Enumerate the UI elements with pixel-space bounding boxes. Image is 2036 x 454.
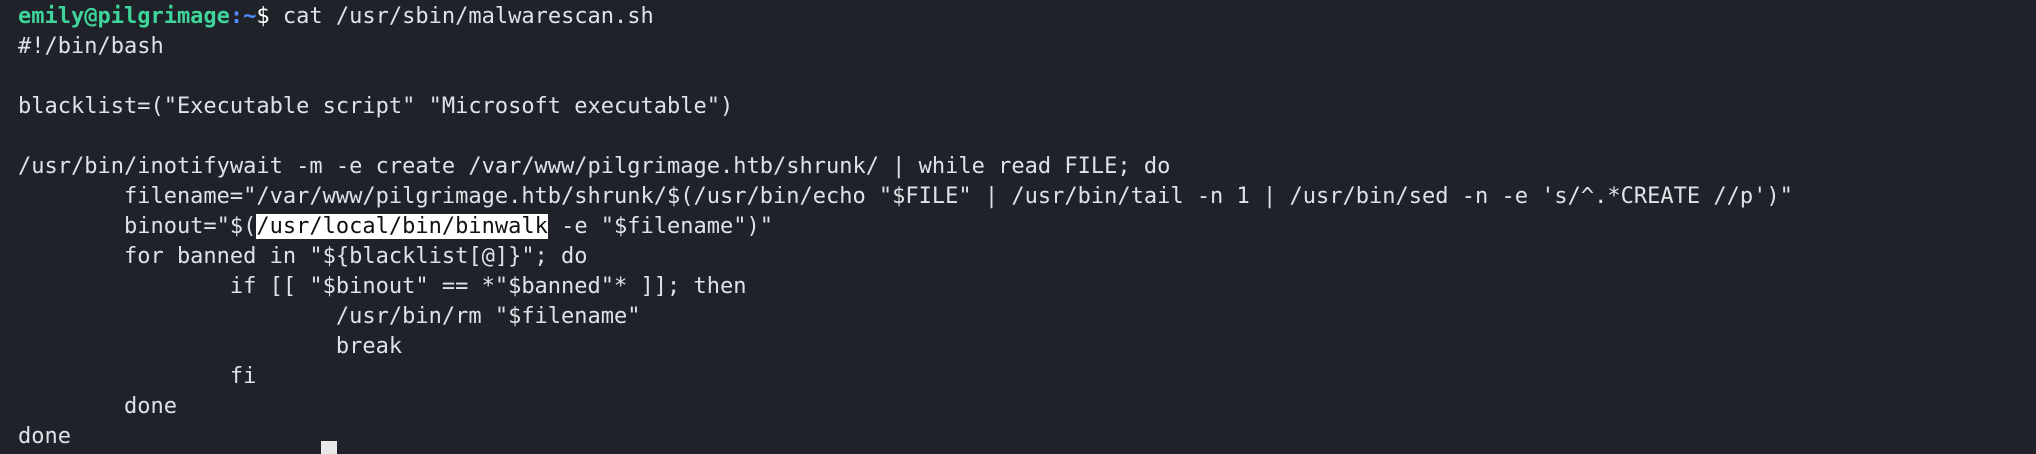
terminal-window[interactable]: emily@pilgrimage:~$ cat /usr/sbin/malwar… bbox=[0, 0, 2036, 454]
script-line-inotifywait: /usr/bin/inotifywait -m -e create /var/w… bbox=[18, 154, 1171, 179]
prompt-line: emily@pilgrimage:~$ cat /usr/sbin/malwar… bbox=[18, 2, 654, 32]
prompt-user-host: emily@pilgrimage bbox=[18, 4, 230, 29]
script-line-break: break bbox=[18, 334, 403, 359]
script-line-fi: fi bbox=[18, 364, 257, 389]
binout-suffix: -e "$filename")" bbox=[547, 214, 773, 239]
prompt-path: :~ bbox=[229, 4, 257, 29]
script-line-for-banned: for banned in "${blacklist[@]}"; do bbox=[18, 244, 588, 269]
script-line-shebang: #!/bin/bash bbox=[18, 34, 164, 59]
prompt-symbol: $ bbox=[256, 4, 270, 29]
script-line-outer-done: done bbox=[18, 424, 71, 449]
script-line-if-condition: if [[ "$binout" == *"$banned"* ]]; then bbox=[18, 274, 747, 299]
script-line-inner-done: done bbox=[18, 394, 177, 419]
script-line-rm: /usr/bin/rm "$filename" bbox=[18, 304, 641, 329]
script-line-filename: filename="/var/www/pilgrimage.htb/shrunk… bbox=[18, 184, 1793, 209]
script-line-blacklist: blacklist=("Executable script" "Microsof… bbox=[18, 94, 734, 119]
binwalk-path-selection[interactable]: /usr/local/bin/binwalk bbox=[256, 214, 548, 239]
terminal-cursor bbox=[321, 441, 337, 454]
binout-prefix: binout="$( bbox=[18, 214, 257, 239]
script-line-binout: binout="$(/usr/local/bin/binwalk -e "$fi… bbox=[18, 212, 773, 242]
command-text: cat /usr/sbin/malwarescan.sh bbox=[282, 4, 654, 29]
